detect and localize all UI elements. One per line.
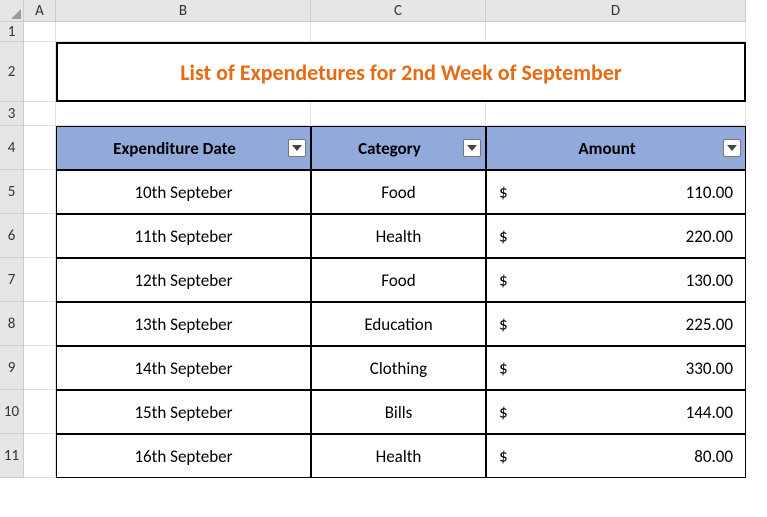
- cell-date[interactable]: 14th Septeber: [56, 346, 311, 390]
- cell-category[interactable]: Bills: [311, 390, 486, 434]
- cell-c3[interactable]: [311, 102, 486, 126]
- chevron-down-icon: [467, 145, 477, 151]
- col-header-c[interactable]: C: [311, 0, 486, 22]
- row-header-10[interactable]: 10: [0, 390, 24, 434]
- cell-amount[interactable]: $110.00: [486, 170, 746, 214]
- row-header-6[interactable]: 6: [0, 214, 24, 258]
- cell-category[interactable]: Health: [311, 214, 486, 258]
- cell-amount[interactable]: $330.00: [486, 346, 746, 390]
- spreadsheet-grid: A B C D 1 2 3 4 5 6 7 8 9 10 11 List of …: [0, 0, 767, 478]
- filter-button-date[interactable]: [288, 139, 306, 157]
- col-header-b[interactable]: B: [56, 0, 311, 22]
- currency-symbol: $: [497, 314, 508, 335]
- cell-amount[interactable]: $80.00: [486, 434, 746, 478]
- cell-category[interactable]: Clothing: [311, 346, 486, 390]
- cell-date[interactable]: 11th Septeber: [56, 214, 311, 258]
- filter-button-amount[interactable]: [723, 139, 741, 157]
- header-date[interactable]: Expenditure Date: [56, 126, 311, 170]
- cell-d1[interactable]: [486, 22, 746, 42]
- cell-date[interactable]: 12th Septeber: [56, 258, 311, 302]
- chevron-down-icon: [292, 145, 302, 151]
- page-title: List of Expendetures for 2nd Week of Sep…: [180, 59, 622, 86]
- header-category[interactable]: Category: [311, 126, 486, 170]
- currency-symbol: $: [497, 270, 508, 291]
- cell-amount[interactable]: $144.00: [486, 390, 746, 434]
- row-header-11[interactable]: 11: [0, 434, 24, 478]
- cell-amount[interactable]: $130.00: [486, 258, 746, 302]
- currency-symbol: $: [497, 446, 508, 467]
- row-header-2[interactable]: 2: [0, 42, 24, 102]
- header-amount-label: Amount: [578, 138, 635, 159]
- row-header-8[interactable]: 8: [0, 302, 24, 346]
- title-cell[interactable]: List of Expendetures for 2nd Week of Sep…: [56, 42, 746, 102]
- row-header-5[interactable]: 5: [0, 170, 24, 214]
- header-date-label: Expenditure Date: [113, 138, 236, 159]
- cell-category[interactable]: Education: [311, 302, 486, 346]
- row-header-1[interactable]: 1: [0, 22, 24, 42]
- row-header-9[interactable]: 9: [0, 346, 24, 390]
- col-header-a[interactable]: A: [24, 0, 56, 22]
- row-header-3[interactable]: 3: [0, 102, 24, 126]
- cell-date[interactable]: 10th Septeber: [56, 170, 311, 214]
- cell-category[interactable]: Food: [311, 170, 486, 214]
- header-amount[interactable]: Amount: [486, 126, 746, 170]
- header-category-label: Category: [358, 138, 421, 159]
- cell-date[interactable]: 15th Septeber: [56, 390, 311, 434]
- currency-symbol: $: [497, 402, 508, 423]
- cell-b1[interactable]: [56, 22, 311, 42]
- currency-symbol: $: [497, 358, 508, 379]
- currency-symbol: $: [497, 182, 508, 203]
- filter-button-category[interactable]: [463, 139, 481, 157]
- cell-d3[interactable]: [486, 102, 746, 126]
- select-all-corner[interactable]: [0, 0, 24, 22]
- cell-b3[interactable]: [56, 102, 311, 126]
- cell-date[interactable]: 13th Septeber: [56, 302, 311, 346]
- cell-amount[interactable]: $225.00: [486, 302, 746, 346]
- cell-category[interactable]: Food: [311, 258, 486, 302]
- row-header-7[interactable]: 7: [0, 258, 24, 302]
- row-header-4[interactable]: 4: [0, 126, 24, 170]
- cell-date[interactable]: 16th Septeber: [56, 434, 311, 478]
- chevron-down-icon: [727, 145, 737, 151]
- currency-symbol: $: [497, 226, 508, 247]
- col-header-d[interactable]: D: [486, 0, 746, 22]
- cell-c1[interactable]: [311, 22, 486, 42]
- cell-category[interactable]: Health: [311, 434, 486, 478]
- cell-amount[interactable]: $220.00: [486, 214, 746, 258]
